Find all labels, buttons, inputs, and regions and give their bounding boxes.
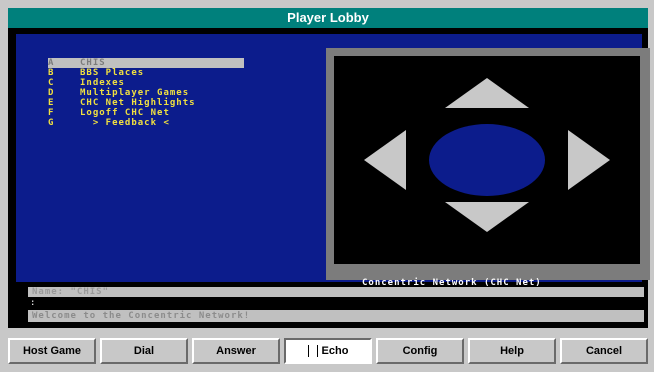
arrow-up-icon[interactable]	[445, 78, 529, 108]
echo-checkbox-icon	[307, 345, 318, 357]
menu-key: F	[48, 108, 55, 118]
answer-button[interactable]: Answer	[192, 338, 280, 364]
direction-pad	[334, 56, 640, 264]
menu-key: E	[48, 98, 55, 108]
cancel-button[interactable]: Cancel	[560, 338, 648, 364]
button-label: Answer	[216, 345, 256, 357]
host-game-button[interactable]: Host Game	[8, 338, 96, 364]
arrow-left-icon[interactable]	[364, 130, 406, 190]
menu-key: C	[48, 78, 55, 88]
player-lobby-window: Player Lobby A CHIS B BBS Places C Index…	[0, 0, 654, 372]
menu-key: A	[48, 58, 55, 68]
terminal-screen: A CHIS B BBS Places C Indexes D Multipla…	[8, 28, 650, 328]
arrow-down-icon[interactable]	[445, 202, 529, 232]
button-label: Host Game	[22, 345, 82, 357]
button-label: Cancel	[585, 345, 623, 357]
menu-key: B	[48, 68, 55, 78]
menu-key: G	[48, 118, 55, 128]
button-bar: Host Game Dial Answer Echo Config Help C…	[8, 338, 648, 366]
menu-item-chc-net-highlights[interactable]: E CHC Net Highlights	[48, 98, 244, 108]
menu-item-chis[interactable]: A CHIS	[48, 58, 244, 68]
button-label: Echo	[321, 345, 349, 357]
menu-label: CHIS	[80, 58, 106, 68]
direction-pad-graphic	[364, 78, 610, 232]
menu-label: Multiplayer Games	[80, 88, 190, 98]
menu-panel: A CHIS B BBS Places C Indexes D Multipla…	[16, 34, 650, 282]
arrow-right-icon[interactable]	[568, 130, 610, 190]
help-button[interactable]: Help	[468, 338, 556, 364]
dial-button[interactable]: Dial	[100, 338, 188, 364]
menu-key: D	[48, 88, 55, 98]
command-prompt[interactable]: :	[30, 298, 35, 308]
welcome-message-line: Welcome to the Concentric Network!	[28, 310, 644, 322]
menu-label: Logoff CHC Net	[80, 108, 170, 118]
direction-pad-frame	[326, 48, 650, 280]
button-label: Help	[500, 345, 524, 357]
echo-toggle-button[interactable]: Echo	[284, 338, 372, 364]
window-title: Player Lobby	[8, 8, 648, 28]
menu-item-logoff[interactable]: F Logoff CHC Net	[48, 108, 244, 118]
button-label: Config	[402, 345, 438, 357]
center-oval-icon[interactable]	[429, 124, 545, 196]
menu-label: Indexes	[80, 78, 125, 88]
menu-label: BBS Places	[80, 68, 145, 78]
menu-item-bbs-places[interactable]: B BBS Places	[48, 68, 244, 78]
menu-item-multiplayer-games[interactable]: D Multiplayer Games	[48, 88, 244, 98]
config-button[interactable]: Config	[376, 338, 464, 364]
menu-label: CHC Net Highlights	[80, 98, 196, 108]
menu-label: > Feedback <	[80, 118, 170, 128]
button-label: Dial	[133, 345, 155, 357]
menu-item-feedback[interactable]: G > Feedback <	[48, 118, 244, 128]
name-status-line: Name: "CHIS"	[28, 287, 644, 297]
bbs-menu: A CHIS B BBS Places C Indexes D Multipla…	[48, 58, 244, 128]
menu-item-indexes[interactable]: C Indexes	[48, 78, 244, 88]
